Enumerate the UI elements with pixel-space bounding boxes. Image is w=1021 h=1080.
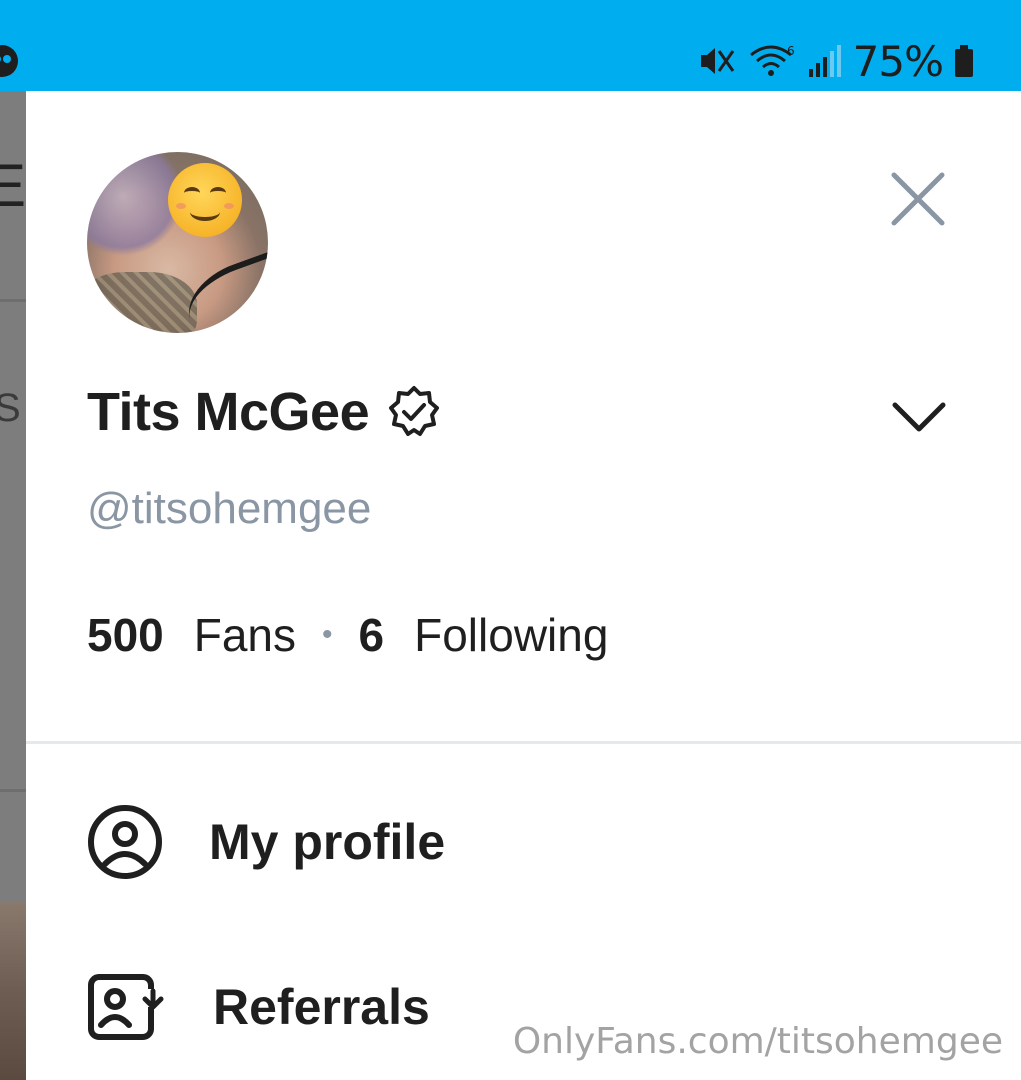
separator-dot: • [322, 618, 333, 651]
profile-stats: 500 Fans • 6 Following [87, 605, 608, 665]
background-page-overlay[interactable]: E S [0, 91, 26, 1080]
menu-item-referrals[interactable]: Referrals [87, 965, 430, 1049]
account-drawer: Tits McGee @titsohemgee 500 Fans • 6 Fol… [26, 91, 1021, 1080]
username-handle: @titsohemgee [87, 484, 372, 533]
avatar-detail [87, 152, 177, 262]
app-notification-icon [0, 45, 18, 77]
battery-icon [955, 45, 973, 77]
following-label[interactable]: Following [414, 608, 608, 662]
background-divider [0, 299, 26, 302]
background-divider [0, 789, 26, 792]
menu-item-my-profile[interactable]: My profile [87, 800, 445, 884]
wifi-icon: 6 [749, 44, 795, 76]
mute-icon [700, 48, 734, 74]
fans-count[interactable]: 500 [87, 608, 164, 662]
background-glyph: S [0, 386, 21, 430]
avatar-detail [87, 272, 197, 333]
referrals-icon [88, 974, 164, 1040]
background-glyph: E [0, 152, 26, 219]
menu-item-label: My profile [209, 814, 446, 870]
chevron-down-icon [892, 402, 946, 432]
account-switch-button[interactable] [888, 391, 950, 441]
close-icon [891, 172, 945, 226]
user-circle-icon [88, 805, 162, 879]
battery-percent: 75% [852, 36, 944, 86]
status-icons: 6 75% [697, 36, 975, 86]
divider [26, 741, 1021, 744]
watermark: OnlyFans.com/titsohemgee [512, 1021, 1003, 1062]
verified-badge-icon [389, 386, 440, 436]
display-name: Tits McGee [87, 382, 370, 442]
background-photo [0, 901, 26, 1080]
status-bar: 6 75% [0, 0, 1021, 91]
signal-icon [808, 45, 841, 77]
display-name-row: Tits McGee [87, 381, 441, 443]
following-count[interactable]: 6 [359, 608, 385, 662]
fans-label[interactable]: Fans [194, 608, 296, 662]
close-button[interactable] [886, 167, 950, 231]
wifi-badge: 6 [787, 44, 795, 58]
smiling-face-emoji-icon [168, 163, 242, 237]
menu-item-label: Referrals [213, 979, 430, 1035]
